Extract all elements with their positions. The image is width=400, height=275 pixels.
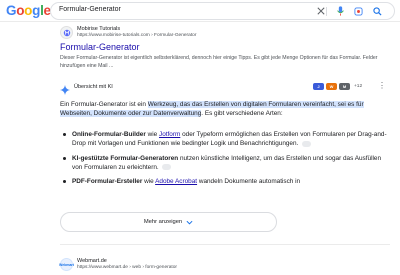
intro-text-end: . Es gibt verschiedene Arten: xyxy=(201,110,283,118)
show-more-label: Mehr anzeigen xyxy=(143,219,183,225)
show-more-button[interactable]: Mehr anzeigen xyxy=(60,212,277,232)
result-url[interactable]: https://www.webmart.de › web › form-gene… xyxy=(77,265,177,270)
result-title-link[interactable]: Formular-Generator xyxy=(60,42,140,52)
source-link-icon[interactable] xyxy=(162,164,172,171)
ai-overview-title: Übersicht mit KI xyxy=(74,84,113,90)
jotform-link[interactable]: Jotform xyxy=(159,131,180,138)
result-url[interactable]: https://www.mobirise-tutorials.com › For… xyxy=(77,33,196,38)
bullet-text: wie xyxy=(142,178,156,186)
logo-letter: o xyxy=(16,3,25,18)
source-logo-icon[interactable]: J xyxy=(313,83,324,90)
logo-letter: G xyxy=(6,3,17,18)
google-logo[interactable]: Google xyxy=(6,3,51,18)
ai-overview: Übersicht mit KI J W M +12 ⋮ Ein Formula… xyxy=(60,80,388,232)
result-site-name: Mobirise Tutorials xyxy=(77,26,121,32)
result-site-name: Webmart.de xyxy=(77,258,107,264)
list-item: Online-Formular-Builder wie Jotform oder… xyxy=(60,130,388,149)
source-link-icon[interactable] xyxy=(302,140,312,147)
sources-count[interactable]: +12 xyxy=(354,84,362,89)
bullet-heading: KI-gestützte Formular-Generatoren xyxy=(72,154,179,162)
list-item: PDF-Formular-Ersteller wie Adobe Acrobat… xyxy=(60,177,388,186)
ai-overview-list: Online-Formular-Builder wie Jotform oder… xyxy=(60,130,388,191)
microphone-icon[interactable] xyxy=(334,5,346,17)
bullet-text: wie xyxy=(145,131,159,138)
ai-overview-intro: Ein Formular-Generator ist ein Werkzeug,… xyxy=(60,100,388,119)
ai-sources[interactable]: J W M +12 xyxy=(313,82,362,91)
search-input[interactable]: Formular-Generator xyxy=(59,6,121,13)
sparkle-icon xyxy=(60,82,70,95)
chevron-down-icon xyxy=(186,220,193,225)
ai-overview-header: Übersicht mit KI J W M +12 ⋮ xyxy=(60,82,388,95)
source-logo-icon[interactable]: M xyxy=(339,83,350,90)
logo-letter: g xyxy=(32,3,41,18)
more-options-icon[interactable]: ⋮ xyxy=(378,82,386,90)
bullet-text: wandeln Dokumente automatisch in xyxy=(197,178,301,186)
intro-text: Ein Formular-Generator ist ein xyxy=(60,101,148,108)
logo-letter: o xyxy=(24,3,33,18)
search-header: Google Formular-Generator xyxy=(0,0,400,22)
source-logo-icon[interactable]: W xyxy=(326,83,337,90)
bullet-heading: Online-Formular-Builder xyxy=(72,131,146,138)
result-snippet: Dieser Formular-Generator ist eigentlich… xyxy=(60,55,378,69)
webmart-favicon-icon: Webmart xyxy=(59,258,74,271)
search-icon[interactable] xyxy=(371,5,383,17)
lens-icon[interactable] xyxy=(352,5,364,17)
mobirise-favicon-icon xyxy=(60,26,73,39)
search-divider xyxy=(326,7,327,16)
section-divider xyxy=(60,244,390,245)
bullet-heading: PDF-Formular-Ersteller xyxy=(72,178,143,186)
search-box[interactable]: Formular-Generator xyxy=(50,2,395,20)
list-item: KI-gestützte Formular-Generatoren nutzen… xyxy=(60,154,388,173)
adobe-acrobat-link[interactable]: Adobe Acrobat xyxy=(155,178,197,185)
